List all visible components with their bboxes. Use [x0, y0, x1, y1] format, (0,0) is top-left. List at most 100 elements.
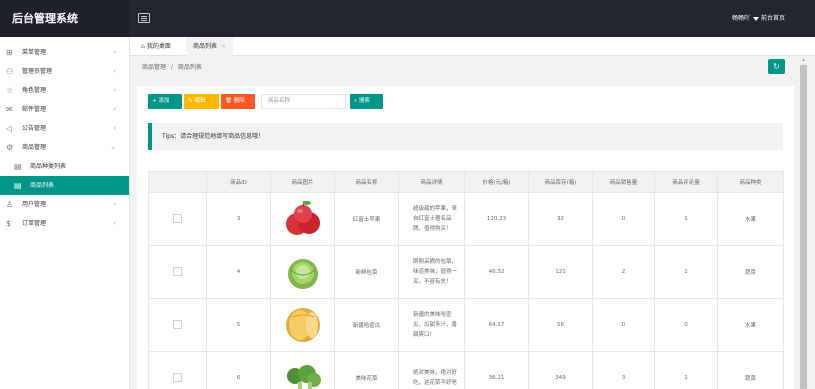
cell-price: 46.32	[464, 245, 529, 299]
add-button-label: + 添加	[152, 98, 170, 104]
products-table: 商品ID 商品图片 商品名称 商品详情 价格(元/箱) 商品库存(箱) 商品销售…	[148, 171, 784, 389]
sidebar-item-users[interactable]: ♙ 用户管理 ‹	[0, 195, 129, 214]
cell-price: 120.23	[464, 192, 529, 246]
cell-id: 5	[206, 298, 271, 352]
table-row[interactable]: 3 红富士苹果 超级甜的苹果，来 自红富士著名品 牌，值得购买！ 120.23 …	[148, 192, 784, 246]
speaker-icon: ◁	[6, 124, 13, 133]
tips-banner: Tips：请合理规范地填写商品信息哦！	[148, 123, 783, 150]
cell-image	[270, 351, 335, 389]
chevron-left-icon: ‹	[113, 200, 116, 208]
table-header: 商品评论量	[654, 171, 718, 193]
cell-detail: 新疆的美味哈密 瓜，瓜甜多汁，香 甜爽口！	[398, 298, 465, 352]
cell-stock: 32	[528, 192, 593, 246]
table-header: 商品库存(箱)	[528, 171, 593, 193]
breadcrumb: 商品管理 / 商品列表	[142, 62, 202, 71]
home-icon: ⌂	[141, 43, 145, 50]
broccoli-image	[286, 365, 321, 389]
trash-icon: 🗑	[225, 98, 232, 104]
mail-icon: ✉	[6, 105, 13, 114]
tab-home[interactable]: ⌂ 我的桌面	[134, 37, 178, 56]
detail-line: 刚刚采摘的包菜，	[413, 259, 458, 265]
cell-comments: 1	[654, 351, 718, 389]
search-button-label: 搜索	[358, 98, 370, 104]
row-checkbox[interactable]	[173, 266, 182, 276]
cell-name: 美味花菜	[334, 351, 399, 389]
melon-image	[285, 308, 320, 342]
sidebar-item-notices[interactable]: ◁ 公告管理 ‹	[0, 119, 129, 138]
cell-category: 蔬菜	[717, 245, 784, 299]
search-button[interactable]: ⌕ 搜索	[350, 94, 383, 109]
edit-button[interactable]: ✎ 编辑	[184, 94, 219, 109]
menu-toggle-icon[interactable]	[138, 13, 150, 23]
sidebar-item-menu[interactable]: ⊞ 菜单管理 ‹	[0, 43, 129, 62]
sidebar-item-goods-list[interactable]: ▤ 商品列表	[0, 176, 129, 195]
goods-icon: ⚙	[6, 143, 14, 152]
chevron-left-icon: ‹	[113, 124, 116, 132]
cell-id: 6	[206, 351, 271, 389]
search-icon: ⌕	[354, 98, 358, 104]
search-input[interactable]: 商品名称	[261, 94, 346, 109]
detail-line: 绝对美味，绝对好	[413, 370, 458, 376]
cell-name: 红富士苹果	[334, 192, 399, 246]
sidebar-item-orders[interactable]: $ 订单管理 ‹	[0, 214, 129, 233]
sidebar-item-label: 菜单管理	[22, 49, 47, 56]
doc-icon: ▤	[14, 181, 22, 190]
cabbage-image	[287, 259, 318, 289]
cell-comments: 1	[654, 192, 718, 246]
row-checkbox[interactable]	[173, 213, 182, 223]
refresh-button[interactable]: ↻	[768, 59, 785, 74]
detail-line: 牌，值得购买！	[413, 226, 452, 232]
table-header: 商品图片	[270, 171, 335, 193]
table-row[interactable]: 5 新疆哈密瓜 新疆的美味哈密 瓜，瓜甜多汁，香 甜爽口！ 64.17 56 0…	[148, 298, 784, 352]
user-icon: ♙	[6, 200, 14, 209]
cell-category: 水果	[717, 192, 784, 246]
sidebar: ⊞ 菜单管理 ‹ ⚇ 管理员管理 ‹ ☆ 角色管理 ‹ ✉ 邮件管理 ‹ ◁ 公…	[0, 37, 130, 389]
sidebar-item-goods-categories[interactable]: ▤ 商品种类列表	[0, 157, 129, 176]
user-name: 畅畅吖	[731, 15, 750, 22]
detail-line: 瓜，瓜甜多汁，香	[413, 322, 458, 328]
chevron-down-icon: ⌄	[110, 143, 116, 151]
sidebar-item-label: 公告管理	[22, 125, 47, 132]
breadcrumb-current: 商品列表	[177, 64, 202, 71]
chevron-left-icon: ‹	[113, 105, 116, 113]
sidebar-item-label: 角色管理	[22, 87, 47, 94]
close-icon[interactable]: ×	[221, 43, 226, 50]
table-header: 商品销售量	[592, 171, 655, 193]
top-navbar: 后台管理系统 畅畅吖 前台首页	[0, 0, 815, 37]
sidebar-item-goods[interactable]: ⚙ 商品管理 ⌄	[0, 138, 129, 157]
detail-line: 味道美味，值得一	[413, 269, 458, 275]
add-button[interactable]: + 添加	[148, 94, 182, 109]
admin-user-icon: ⚇	[6, 67, 14, 76]
breadcrumb-link[interactable]: 商品管理	[142, 64, 166, 71]
row-checkbox[interactable]	[173, 372, 182, 382]
grid-icon: ⊞	[6, 48, 13, 57]
cell-stock: 56	[528, 298, 593, 352]
table-header: 价格(元/箱)	[464, 171, 529, 193]
table-row[interactable]: 4 新鲜包菜 刚刚采摘的包菜， 味道美味，值得一 买，不容有失！ 46.32 1…	[148, 245, 784, 299]
scroll-up-icon[interactable]: ▴	[801, 58, 806, 63]
chevron-left-icon: ‹	[113, 48, 116, 56]
tab-bar: ⌂ 我的桌面 商品列表 ×	[130, 37, 815, 56]
home-link[interactable]: 前台首页	[761, 0, 785, 37]
user-menu[interactable]: 畅畅吖	[732, 0, 759, 37]
sidebar-item-label: 邮件管理	[22, 106, 47, 113]
detail-line: 吃，这花菜不好吃	[413, 380, 458, 386]
table-header-row: 商品ID 商品图片 商品名称 商品详情 价格(元/箱) 商品库存(箱) 商品销售…	[148, 171, 784, 193]
delete-button[interactable]: 🗑 删除	[221, 94, 255, 109]
table-row[interactable]: 6 美味花菜 绝对美味，绝对好 吃，这花菜不好吃 36.21 349 3 1 蔬…	[148, 351, 784, 389]
sidebar-item-roles[interactable]: ☆ 角色管理 ‹	[0, 81, 129, 100]
cell-id: 4	[206, 245, 271, 299]
scrollbar-thumb[interactable]	[800, 65, 807, 389]
cell-sales: 3	[592, 351, 655, 389]
tab-products[interactable]: 商品列表 ×	[186, 37, 234, 56]
table-header: 商品详情	[398, 171, 465, 193]
sidebar-item-mail[interactable]: ✉ 邮件管理 ‹	[0, 100, 129, 119]
edit-button-label: 编辑	[194, 98, 206, 104]
sidebar-item-admins[interactable]: ⚇ 管理员管理 ‹	[0, 62, 129, 81]
cell-detail: 超级甜的苹果，来 自红富士著名品 牌，值得购买！	[398, 192, 465, 246]
chevron-left-icon: ‹	[113, 219, 116, 227]
breadcrumb-separator: /	[170, 64, 173, 71]
cell-name: 新疆哈密瓜	[334, 298, 399, 352]
row-checkbox[interactable]	[173, 319, 182, 329]
cell-sales: 2	[592, 245, 655, 299]
